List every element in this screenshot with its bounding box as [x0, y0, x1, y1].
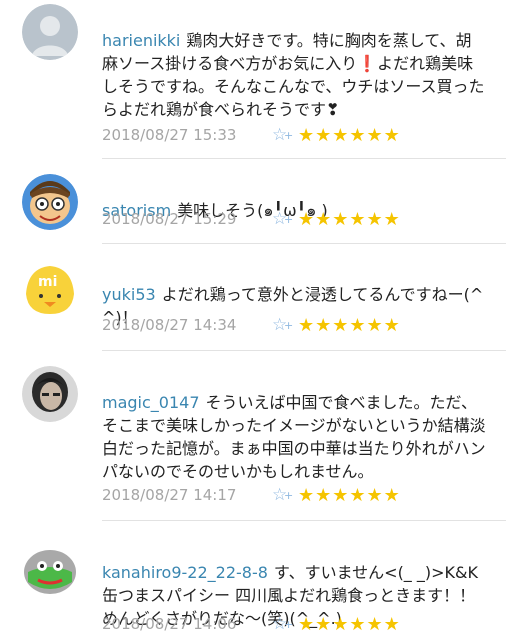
star-rating: ★★★★★★	[298, 484, 401, 506]
comment-divider	[102, 520, 506, 521]
comment-item: kanahiro9-22_22-8-8 す、すいません<(_ _)>K&K 缶つま…	[0, 522, 506, 640]
comment-username[interactable]: kanahiro9-22_22-8-8	[102, 563, 268, 582]
comment-username[interactable]: harienikki	[102, 31, 180, 50]
comment-meta: 2018/08/27 15:29 ☆ + ★★★★★★	[102, 207, 401, 231]
comment-timestamp: 2018/08/27 14:34	[102, 316, 237, 334]
add-star-icon[interactable]: ☆ +	[272, 315, 298, 335]
star-rating: ★★★★★★	[298, 124, 401, 146]
comment-meta: 2018/08/27 14:17 ☆ + ★★★★★★	[102, 483, 401, 507]
star-rating: ★★★★★★	[298, 314, 401, 336]
comment-item: mi yuki53 よだれ鶏って意外と浸透してるんですねー(^^)！ 2018/0…	[0, 244, 506, 352]
add-star-icon[interactable]: ☆ +	[272, 485, 298, 505]
add-star-icon[interactable]: ☆ +	[272, 125, 298, 145]
comment-timestamp: 2018/08/27 15:33	[102, 126, 237, 144]
avatar-yellow-chick-avatar[interactable]: mi	[22, 260, 78, 316]
star-rating: ★★★★★★	[298, 613, 401, 635]
avatar-cartoon-face-avatar[interactable]	[22, 174, 78, 230]
avatar-default-user-icon[interactable]	[22, 4, 78, 60]
comment-timestamp: 2018/08/27 14:06	[102, 615, 237, 633]
comment-timestamp: 2018/08/27 14:17	[102, 486, 237, 504]
add-star-icon[interactable]: ☆ +	[272, 614, 298, 634]
svg-text:mi: mi	[38, 274, 57, 290]
comment-meta: 2018/08/27 14:06 ☆ + ★★★★★★	[102, 612, 401, 636]
comment-body: magic_0147 そういえば中国で食べました。ただ、そこまで美味しかったイメー…	[102, 368, 486, 483]
comment-divider	[102, 350, 506, 351]
comment-meta: 2018/08/27 14:34 ☆ + ★★★★★★	[102, 313, 401, 337]
add-star-icon[interactable]: ☆ +	[272, 209, 298, 229]
comment-timestamp: 2018/08/27 15:29	[102, 210, 237, 228]
avatar-green-blob-avatar[interactable]	[22, 542, 78, 598]
comment-item: magic_0147 そういえば中国で食べました。ただ、そこまで美味しかったイメー…	[0, 352, 506, 522]
comment-meta: 2018/08/27 15:33 ☆ + ★★★★★★	[102, 123, 401, 147]
comment-divider	[102, 158, 506, 159]
comment-item: harienikki 鶏肉大好きです。特に胸肉を蒸して、胡麻ソース掛ける食べ方がお…	[0, 0, 506, 160]
comment-item: satorism 美味しそう(๑╹ω╹๑ ) 2018/08/27 15:29 ☆…	[0, 160, 506, 244]
avatar-photo-avatar[interactable]	[22, 366, 78, 422]
comment-body: harienikki 鶏肉大好きです。特に胸肉を蒸して、胡麻ソース掛ける食べ方がお…	[102, 6, 486, 121]
comment-username[interactable]: yuki53	[102, 285, 156, 304]
star-rating: ★★★★★★	[298, 208, 401, 230]
comment-username[interactable]: magic_0147	[102, 393, 200, 412]
